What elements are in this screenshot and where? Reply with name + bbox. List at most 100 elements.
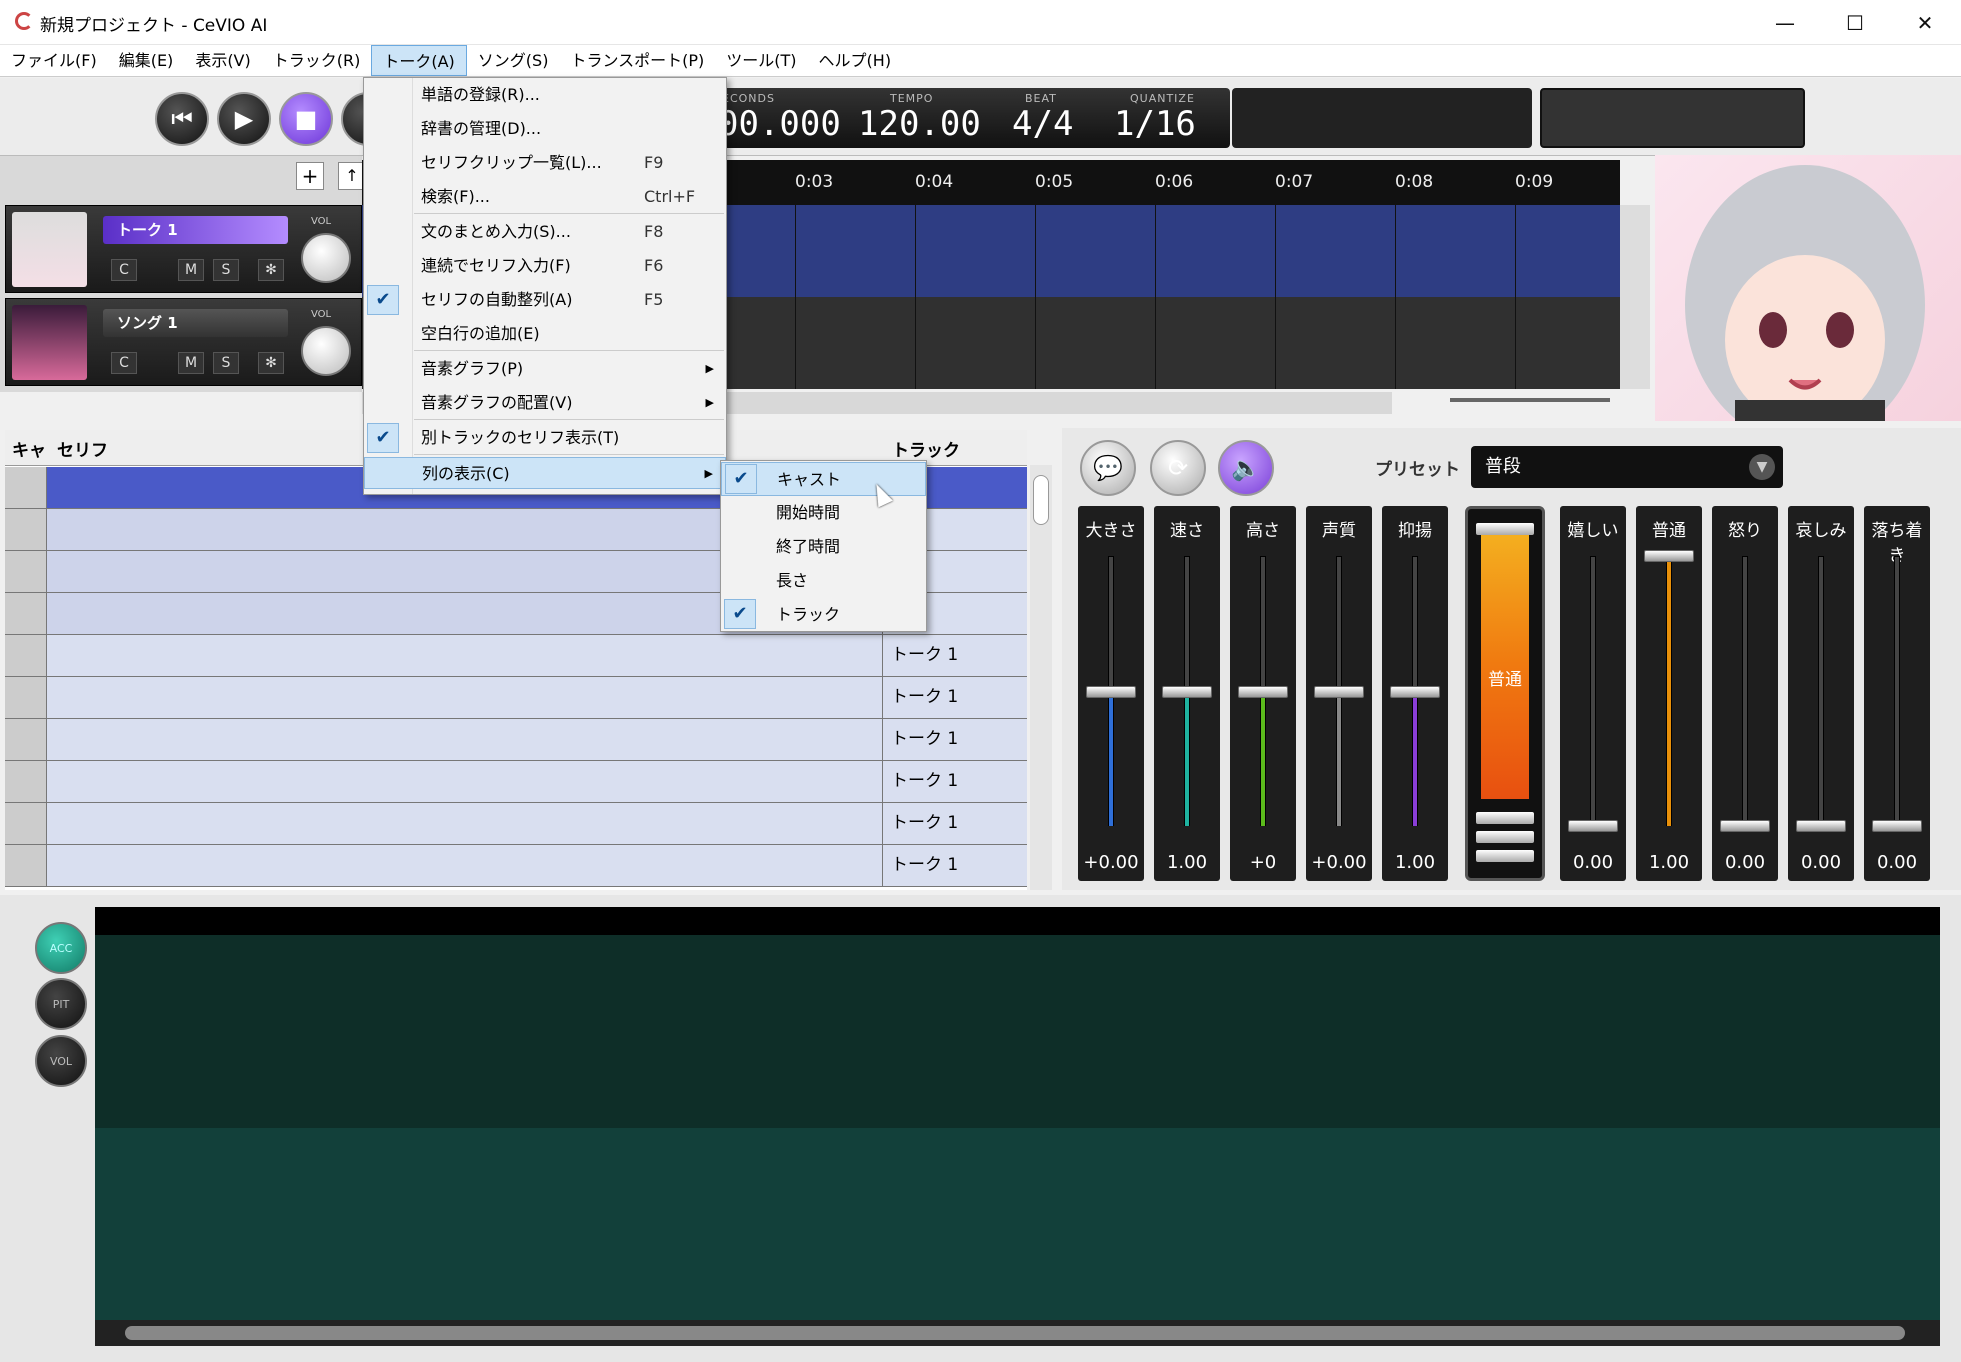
table-row[interactable]: トーク 1 [5,761,1027,803]
pit-button[interactable]: PIT [35,978,87,1030]
slider-value[interactable]: +0.00 [1078,852,1144,873]
vol-button[interactable]: VOL [35,1035,87,1087]
table-row[interactable]: トーク 1 [5,719,1027,761]
track-cell[interactable]: トーク 1 [883,845,1027,886]
cast-button[interactable]: C [111,352,137,374]
dropdown-item[interactable]: 検索(F)... Ctrl+F [364,181,726,213]
serif-cell[interactable] [47,677,883,718]
slider-value[interactable]: 0.00 [1788,852,1854,873]
slider-value[interactable]: 0.00 [1864,852,1930,873]
solo-button[interactable]: S [213,259,239,281]
track-cell[interactable]: トーク 1 [883,677,1027,718]
display-toggle-buttons[interactable] [1232,88,1532,148]
master-thumb[interactable] [1476,850,1534,862]
emotion-slider[interactable]: 嬉しい 0.00 [1560,506,1626,881]
slider-value[interactable]: +0 [1230,852,1296,873]
slider-value[interactable]: +0.00 [1306,852,1372,873]
slider-thumb[interactable] [1872,820,1922,832]
mute-button[interactable]: M [178,259,204,281]
track-cell[interactable]: トーク 1 [883,761,1027,802]
table-row[interactable]: トーク 1 [5,803,1027,845]
dropdown-item[interactable]: 文のまとめ入力(S)... F8 [364,216,726,248]
zoom-slider[interactable] [1450,398,1610,402]
table-row[interactable]: トーク 1 [5,635,1027,677]
voice-slider[interactable]: 大きさ +0.00 [1078,506,1144,881]
fx-button[interactable]: ✻ [258,259,284,281]
dropdown-item[interactable]: ✔ セリフの自動整列(A) F5 [364,284,726,316]
quantize-value[interactable]: 1/16 [1114,104,1196,144]
menu-item[interactable]: トーク(A) [371,45,467,76]
editor-canvas-upper[interactable] [95,935,1940,1128]
menu-item[interactable]: 表示(V) [184,45,261,76]
editor-canvas-lower[interactable] [95,1128,1940,1320]
track-cell[interactable]: トーク 1 [883,719,1027,760]
slider-value[interactable]: 0.00 [1560,852,1626,873]
emotion-slider[interactable]: 落ち着き0.00 [1864,506,1930,881]
slider-thumb[interactable] [1390,686,1440,698]
scroll-thumb[interactable] [125,1326,1905,1340]
stop-button[interactable]: ■ [279,92,333,146]
track-cell[interactable]: トーク 1 [883,635,1027,676]
voice-slider[interactable]: 速さ 1.00 [1154,506,1220,881]
speech-bubble-button[interactable]: 💬 [1080,440,1136,496]
maximize-button[interactable]: ☐ [1820,0,1890,45]
tool-palette[interactable] [1540,88,1805,148]
slider-value[interactable]: 1.00 [1154,852,1220,873]
menu-item[interactable]: ヘルプ(H) [808,45,903,76]
slider-thumb[interactable] [1238,686,1288,698]
cast-column-header[interactable]: キャ [12,436,46,461]
serif-cell[interactable] [47,845,883,886]
menu-item[interactable]: ファイル(F) [0,45,108,76]
dropdown-item[interactable]: 空白行の追加(E) [364,318,726,350]
beat-value[interactable]: 4/4 [1012,104,1073,144]
dropdown-item[interactable]: 連続でセリフ入力(F) F6 [364,250,726,282]
submenu-item[interactable]: 終了時間 [721,530,926,564]
track-cell[interactable]: トーク 1 [883,803,1027,844]
serif-cell[interactable] [47,719,883,760]
master-thumb[interactable] [1476,812,1534,824]
dropdown-item[interactable]: 列の表示(C) ▶ [364,457,726,489]
serif-column-header[interactable]: セリフ [57,436,108,461]
submenu-item[interactable]: 開始時間 [721,496,926,530]
cast-button[interactable]: C [111,259,137,281]
dropdown-item[interactable]: 音素グラフの配置(V) ▶ [364,387,726,419]
scroll-thumb[interactable] [1033,475,1049,525]
slider-thumb[interactable] [1644,550,1694,562]
volume-knob[interactable] [301,326,351,376]
tempo-value[interactable]: 120.00 [858,104,981,144]
close-button[interactable]: ✕ [1890,0,1960,45]
menu-item[interactable]: ツール(T) [715,45,807,76]
slider-thumb[interactable] [1086,686,1136,698]
slider-value[interactable]: 1.00 [1636,852,1702,873]
editor-ruler[interactable] [95,907,1940,935]
dropdown-item[interactable]: セリフクリップ一覧(L)... F9 [364,147,726,179]
slider-thumb[interactable] [1568,820,1618,832]
slider-thumb[interactable] [1162,686,1212,698]
volume-knob[interactable] [301,233,351,283]
voice-slider[interactable]: 声質 +0.00 [1306,506,1372,881]
menu-item[interactable]: 編集(E) [108,45,185,76]
track-name[interactable]: ソング 1 [103,309,288,337]
master-emotion-slider[interactable]: 普通 [1465,506,1545,881]
track-row-talk[interactable]: トーク 1 C M S ✻ VOL [5,205,362,293]
submenu-item[interactable]: ✔ キャスト [721,462,926,496]
menu-item[interactable]: トラック(R) [262,45,372,76]
menu-item[interactable]: ソング(S) [467,45,560,76]
slider-thumb[interactable] [1720,820,1770,832]
table-vscroll[interactable] [1030,465,1052,890]
mute-button[interactable]: M [178,352,204,374]
minimize-button[interactable]: — [1750,0,1820,45]
voice-slider[interactable]: 抑揚 1.00 [1382,506,1448,881]
slider-thumb[interactable] [1314,686,1364,698]
slider-value[interactable]: 1.00 [1382,852,1448,873]
dropdown-item[interactable]: 単語の登録(R)... [364,79,726,111]
editor-hscroll[interactable] [95,1320,1940,1346]
lane-vscroll[interactable] [1620,205,1650,389]
submenu-item[interactable]: 長さ [721,564,926,598]
master-thumb-top[interactable] [1476,523,1534,535]
dropdown-item[interactable]: 辞書の管理(D)... [364,113,726,145]
table-row[interactable]: トーク 1 [5,677,1027,719]
dropdown-item[interactable]: ✔ 別トラックのセリフ表示(T) [364,422,726,454]
emotion-slider[interactable]: 怒り 0.00 [1712,506,1778,881]
preset-select[interactable]: 普段 ▼ [1471,446,1783,488]
